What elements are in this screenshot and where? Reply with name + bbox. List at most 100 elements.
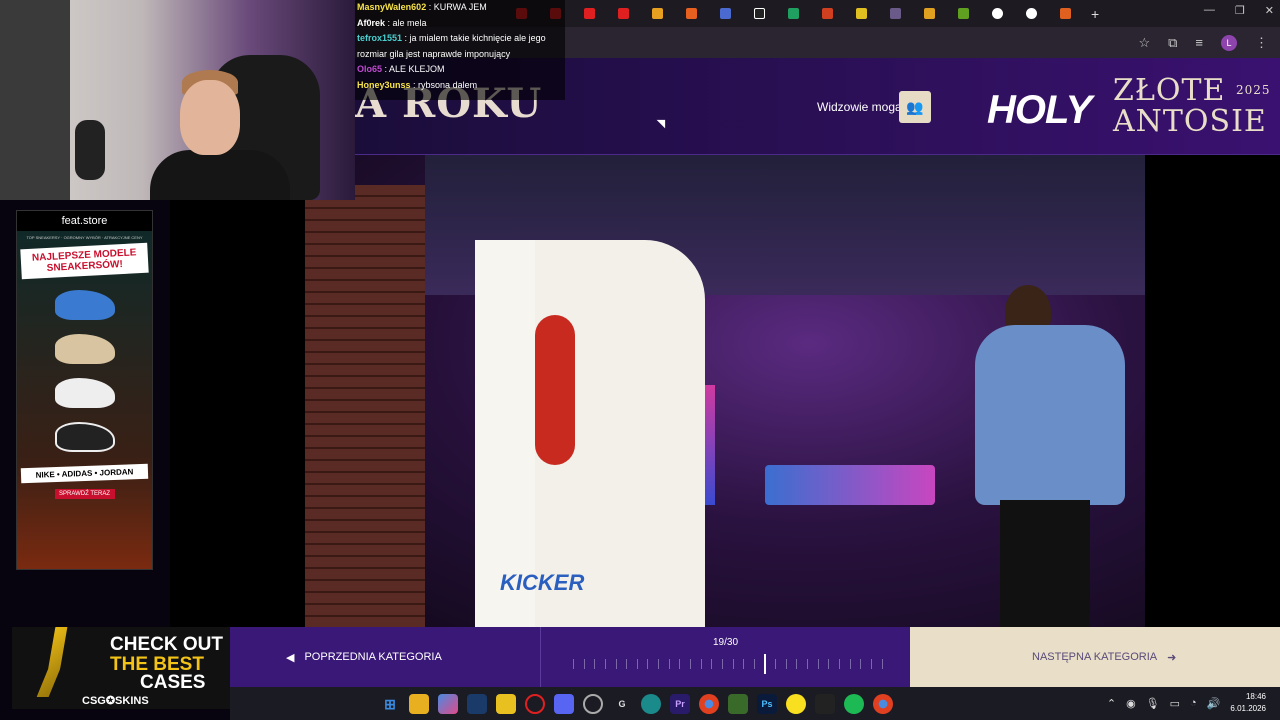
- csgskins-ad[interactable]: CHECK OUT THE BEST CASES CSG✪SKINS: [12, 627, 230, 709]
- mic-icon[interactable]: 🎙: [1146, 697, 1160, 710]
- chat-overlay: MasnyWalen602 : KURWA JEM Af0rek : ale m…: [355, 0, 565, 100]
- chrome-icon[interactable]: [873, 694, 893, 714]
- taskbar-apps: ⊞ G Pr Ps: [380, 694, 893, 714]
- bookmark-star-icon[interactable]: ☆: [1138, 35, 1150, 51]
- windows-start-icon[interactable]: ⊞: [380, 694, 400, 714]
- ad-cta-button[interactable]: SPRAWDŹ TERAZ: [54, 489, 115, 499]
- tab-active-icon[interactable]: [879, 3, 911, 25]
- logo-zlote: ZŁOTE: [1113, 73, 1226, 108]
- terminal-icon[interactable]: [815, 694, 835, 714]
- minecraft-icon[interactable]: [728, 694, 748, 714]
- ad-headline: NAJLEPSZE MODELE SNEAKERSÓW!: [20, 242, 149, 280]
- copilot-icon[interactable]: [438, 694, 458, 714]
- progress-tick: [870, 659, 872, 669]
- clock[interactable]: 18:46 6.01.2026: [1230, 691, 1266, 715]
- chrome-icon[interactable]: [699, 694, 719, 714]
- clock-time: 18:46: [1245, 692, 1266, 701]
- tab-youtube-icon[interactable]: [573, 3, 605, 25]
- volume-icon[interactable]: 🔊: [1207, 697, 1221, 710]
- tab-tiktok-icon[interactable]: [743, 3, 775, 25]
- display-icon[interactable]: ▭: [1170, 697, 1180, 710]
- arrow-left-icon: ◀: [286, 651, 295, 664]
- progress-tick: [594, 659, 596, 669]
- chat-message: MasnyWalen602 : KURWA JEM: [357, 2, 487, 12]
- chevron-up-icon[interactable]: ⌃: [1107, 697, 1116, 710]
- steam-icon[interactable]: [467, 694, 487, 714]
- discord-icon[interactable]: [554, 694, 574, 714]
- video-person: [975, 285, 1125, 627]
- obs-icon[interactable]: [583, 694, 603, 714]
- chat-message: Olo65 : ALE KLEJOM: [357, 64, 445, 75]
- prev-category-label: POPRZEDNIA KATEGORIA: [304, 651, 442, 663]
- wifi-icon[interactable]: ◔: [1190, 697, 1197, 709]
- close-icon[interactable]: ✕: [1265, 4, 1274, 17]
- progress-tick: [647, 659, 649, 669]
- windows-taskbar: ⊞ G Pr Ps ⌃ ◉ 🎙 ▭ ◔ 🔊 18:46 6.01.2026: [230, 687, 1280, 720]
- app-icon[interactable]: G: [612, 694, 632, 714]
- system-tray: ⌃ ◉ 🎙 ▭ ◔ 🔊 18:46 6.01.2026: [1107, 691, 1266, 715]
- extensions-icon[interactable]: ⧉: [1168, 35, 1177, 51]
- csgskins-logo: CSG✪SKINS: [82, 695, 149, 707]
- video-player[interactable]: KICKER: [305, 155, 1145, 627]
- next-category-button[interactable]: NASTĘPNA KATEGORIA ➜: [910, 627, 1280, 687]
- ad-line-1: CHECK OUT: [110, 634, 223, 655]
- knife-icon: [25, 627, 84, 697]
- sneaker-white-image: [54, 378, 115, 408]
- minimize-icon[interactable]: —: [1204, 4, 1215, 17]
- tab-site-icon[interactable]: [845, 3, 877, 25]
- progress-tick: [690, 659, 692, 669]
- logo-year: 2025: [1235, 83, 1271, 97]
- microphone: [75, 120, 105, 180]
- progress-tick: [700, 659, 702, 669]
- app-icon[interactable]: [496, 694, 516, 714]
- progress-tick: [732, 659, 734, 669]
- ad-tagline: TOP SNEAKERSY · OGROMNY WYBÓR · ATRAKCYJ…: [26, 235, 143, 240]
- tab-site-icon[interactable]: [811, 3, 843, 25]
- progress-tick: [775, 659, 777, 669]
- chat-message: Honey3unss : rybsona dalem: [357, 79, 478, 90]
- tab-google-icon[interactable]: [1015, 3, 1047, 25]
- tab-site-icon[interactable]: [675, 3, 707, 25]
- zlote-antosie-logo: ZŁOTE 2025 ANTOSIE: [1113, 76, 1271, 137]
- window-controls: — ❐ ✕: [1204, 4, 1274, 17]
- progress-tick: [849, 659, 851, 669]
- edge-icon[interactable]: [641, 694, 661, 714]
- profile-avatar[interactable]: L: [1221, 34, 1237, 51]
- sneaker-blue-image: [54, 290, 115, 320]
- tab-site-icon[interactable]: [709, 3, 741, 25]
- main-stage: KICKER: [170, 155, 1280, 627]
- tab-site-icon[interactable]: [1049, 3, 1081, 25]
- tab-site-icon[interactable]: [947, 3, 979, 25]
- chat-message: Af0rek : ale mela: [357, 17, 427, 28]
- spotify-icon[interactable]: [844, 694, 864, 714]
- menu-icon[interactable]: ⋮: [1255, 35, 1268, 51]
- maximize-icon[interactable]: ❐: [1235, 4, 1245, 17]
- tab-site-icon[interactable]: [641, 3, 673, 25]
- tab-site-icon[interactable]: [913, 3, 945, 25]
- viewers-button[interactable]: 👥: [899, 91, 931, 123]
- tab-site-icon[interactable]: [777, 3, 809, 25]
- network-icon[interactable]: ◉: [1126, 697, 1136, 710]
- viewers-label: Widzowie mogą: [817, 100, 902, 114]
- tab-youtube-icon[interactable]: [607, 3, 639, 25]
- file-explorer-icon[interactable]: [409, 694, 429, 714]
- progress-tick: [679, 659, 681, 669]
- sneaker-ad[interactable]: feat.store TOP SNEAKERSY · OGROMNY WYBÓR…: [16, 210, 153, 570]
- new-tab-button[interactable]: +: [1091, 6, 1099, 22]
- tab-google-icon[interactable]: [981, 3, 1013, 25]
- progress-tick: [881, 659, 883, 669]
- snapchat-icon[interactable]: [786, 694, 806, 714]
- opera-icon[interactable]: [525, 694, 545, 714]
- progress-tick: [636, 659, 638, 669]
- premiere-icon[interactable]: Pr: [670, 694, 690, 714]
- progress-ticks: [573, 659, 883, 669]
- prev-category-button[interactable]: ◀ POPRZEDNIA KATEGORIA: [230, 627, 540, 687]
- media-icon[interactable]: ≡: [1195, 35, 1203, 50]
- progress-tick: [658, 659, 660, 669]
- streamer-webcam: [0, 0, 355, 200]
- video-air-hockey: [765, 465, 935, 505]
- category-progress: 19/30: [540, 627, 910, 687]
- progress-tick: [817, 659, 819, 669]
- photoshop-icon[interactable]: Ps: [757, 694, 777, 714]
- progress-tick: [796, 659, 798, 669]
